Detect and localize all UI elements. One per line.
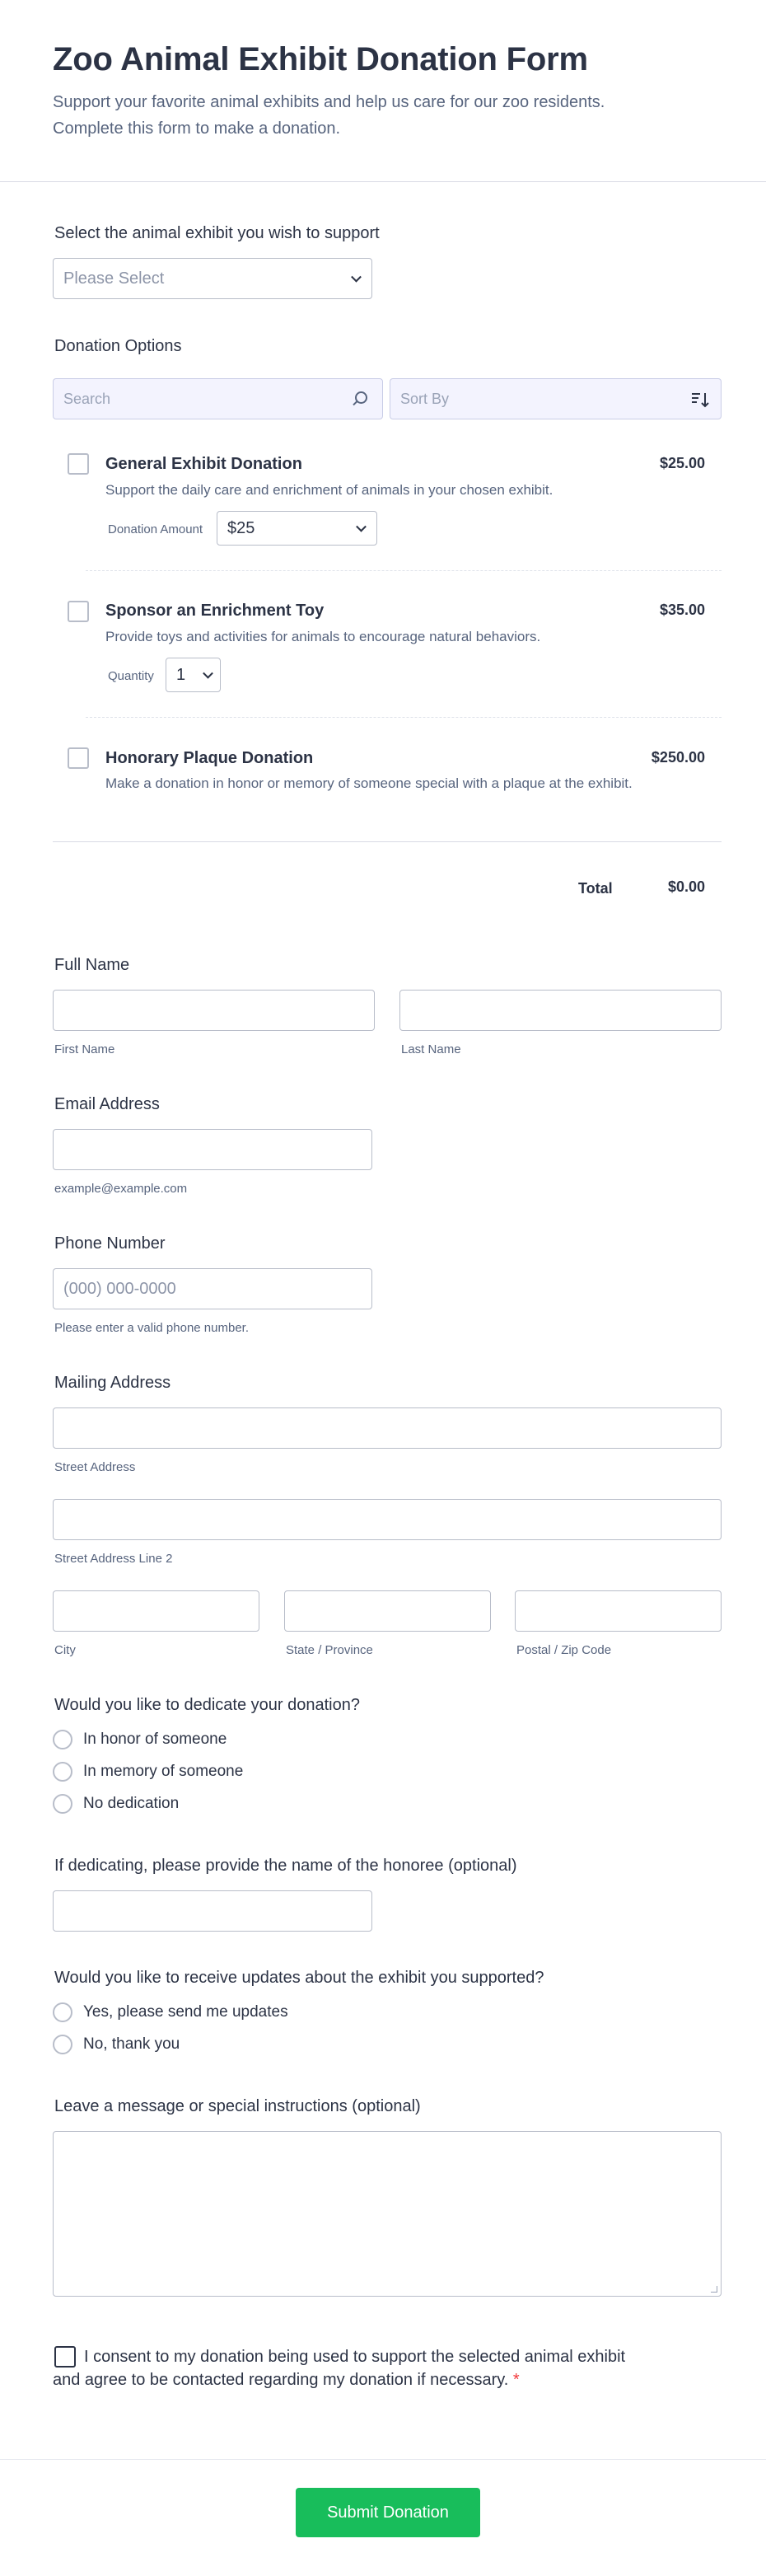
last-name-input[interactable]	[399, 990, 722, 1031]
product-search-placeholder: Search	[63, 390, 111, 407]
exhibit-select-placeholder: Please Select	[63, 269, 165, 288]
radio-label: In memory of someone	[83, 1763, 244, 1780]
product-divider	[86, 570, 722, 571]
total-label: Total	[578, 880, 613, 897]
product-divider	[86, 717, 722, 718]
sort-icon	[692, 393, 709, 408]
product-price: $35.00	[659, 602, 705, 618]
quantity-value: 1	[176, 665, 186, 684]
honoree-input[interactable]	[53, 1890, 372, 1932]
product-description: Support the daily care and enrichment of…	[105, 482, 553, 498]
donation-amount-label: Donation Amount	[108, 522, 203, 536]
consent-text: I consent to my donation being used to s…	[53, 2345, 629, 2391]
radio-updates-no[interactable]	[53, 2035, 72, 2054]
state-sublabel: State / Province	[286, 1643, 373, 1657]
city-input[interactable]	[53, 1590, 259, 1632]
first-name-sublabel: First Name	[54, 1042, 115, 1056]
donation-amount-value: $25	[227, 518, 255, 537]
chevron-down-icon	[351, 271, 362, 283]
state-input[interactable]	[284, 1590, 491, 1632]
radio-in-memory[interactable]	[53, 1762, 72, 1782]
quantity-select[interactable]: 1	[166, 658, 221, 692]
honoree-label: If dedicating, please provide the name o…	[54, 1857, 517, 1875]
product-sort-placeholder: Sort By	[400, 390, 450, 407]
first-name-input[interactable]	[53, 990, 375, 1031]
donation-options-label: Donation Options	[54, 337, 182, 355]
product-checkbox-general[interactable]	[68, 453, 89, 475]
radio-label: No, thank you	[83, 2035, 180, 2053]
submit-button[interactable]: Submit Donation	[296, 2488, 480, 2537]
address-label: Mailing Address	[54, 1374, 171, 1392]
form-header: Zoo Animal Exhibit Donation Form Support…	[0, 0, 766, 182]
postal-input[interactable]	[515, 1590, 722, 1632]
email-input[interactable]	[53, 1129, 372, 1170]
email-sublabel: example@example.com	[54, 1182, 188, 1196]
product-sort-select[interactable]: Sort By	[390, 378, 722, 419]
footer-divider	[0, 2459, 766, 2460]
full-name-label: Full Name	[54, 956, 130, 974]
total-value: $0.00	[667, 878, 705, 895]
page-title: Zoo Animal Exhibit Donation Form	[53, 41, 588, 77]
last-name-sublabel: Last Name	[401, 1042, 461, 1056]
email-label: Email Address	[54, 1095, 160, 1113]
street-address-line2-input[interactable]	[53, 1499, 722, 1540]
message-label: Leave a message or special instructions …	[54, 2097, 421, 2115]
required-mark: *	[512, 2371, 520, 2389]
updates-label: Would you like to receive updates about …	[54, 1969, 544, 1987]
donation-amount-select[interactable]: $25	[217, 511, 377, 546]
street-address-sublabel: Street Address	[54, 1460, 136, 1474]
product-search-input[interactable]: Search	[53, 378, 383, 419]
product-price: $250.00	[651, 749, 705, 766]
street-address-line2-sublabel: Street Address Line 2	[54, 1552, 173, 1566]
city-sublabel: City	[54, 1643, 76, 1657]
radio-label: Yes, please send me updates	[83, 2003, 288, 2021]
product-checkbox-plaque[interactable]	[68, 747, 89, 769]
product-name: Honorary Plaque Donation	[105, 749, 314, 767]
exhibit-select[interactable]: Please Select	[53, 258, 372, 299]
radio-label: In honor of someone	[83, 1731, 227, 1748]
search-icon	[355, 391, 367, 404]
consent-label: I consent to my donation being used to s…	[53, 2348, 626, 2389]
product-description: Make a donation in honor or memory of so…	[105, 775, 633, 791]
product-name: Sponsor an Enrichment Toy	[105, 602, 325, 620]
product-price: $25.00	[659, 455, 705, 471]
radio-updates-yes[interactable]	[53, 2002, 72, 2022]
radio-in-honor[interactable]	[53, 1730, 72, 1749]
message-textarea[interactable]	[53, 2131, 722, 2297]
dedication-label: Would you like to dedicate your donation…	[54, 1696, 360, 1714]
chevron-down-icon	[203, 667, 213, 679]
product-name: General Exhibit Donation	[105, 455, 302, 473]
exhibit-label: Select the animal exhibit you wish to su…	[54, 224, 380, 242]
phone-placeholder: (000) 000-0000	[63, 1279, 176, 1298]
products-total-divider	[53, 841, 722, 842]
postal-sublabel: Postal / Zip Code	[516, 1643, 612, 1657]
resize-handle-icon[interactable]	[711, 2286, 717, 2293]
page-subtitle: Support your favorite animal exhibits an…	[53, 93, 605, 138]
product-checkbox-toy[interactable]	[68, 601, 89, 622]
street-address-input[interactable]	[53, 1407, 722, 1449]
phone-input[interactable]: (000) 000-0000	[53, 1268, 372, 1309]
radio-no-dedication[interactable]	[53, 1794, 72, 1814]
quantity-label: Quantity	[108, 669, 154, 683]
radio-label: No dedication	[83, 1795, 180, 1812]
chevron-down-icon	[356, 521, 367, 532]
phone-label: Phone Number	[54, 1234, 166, 1253]
product-description: Provide toys and activities for animals …	[105, 629, 541, 644]
phone-sublabel: Please enter a valid phone number.	[54, 1321, 249, 1335]
